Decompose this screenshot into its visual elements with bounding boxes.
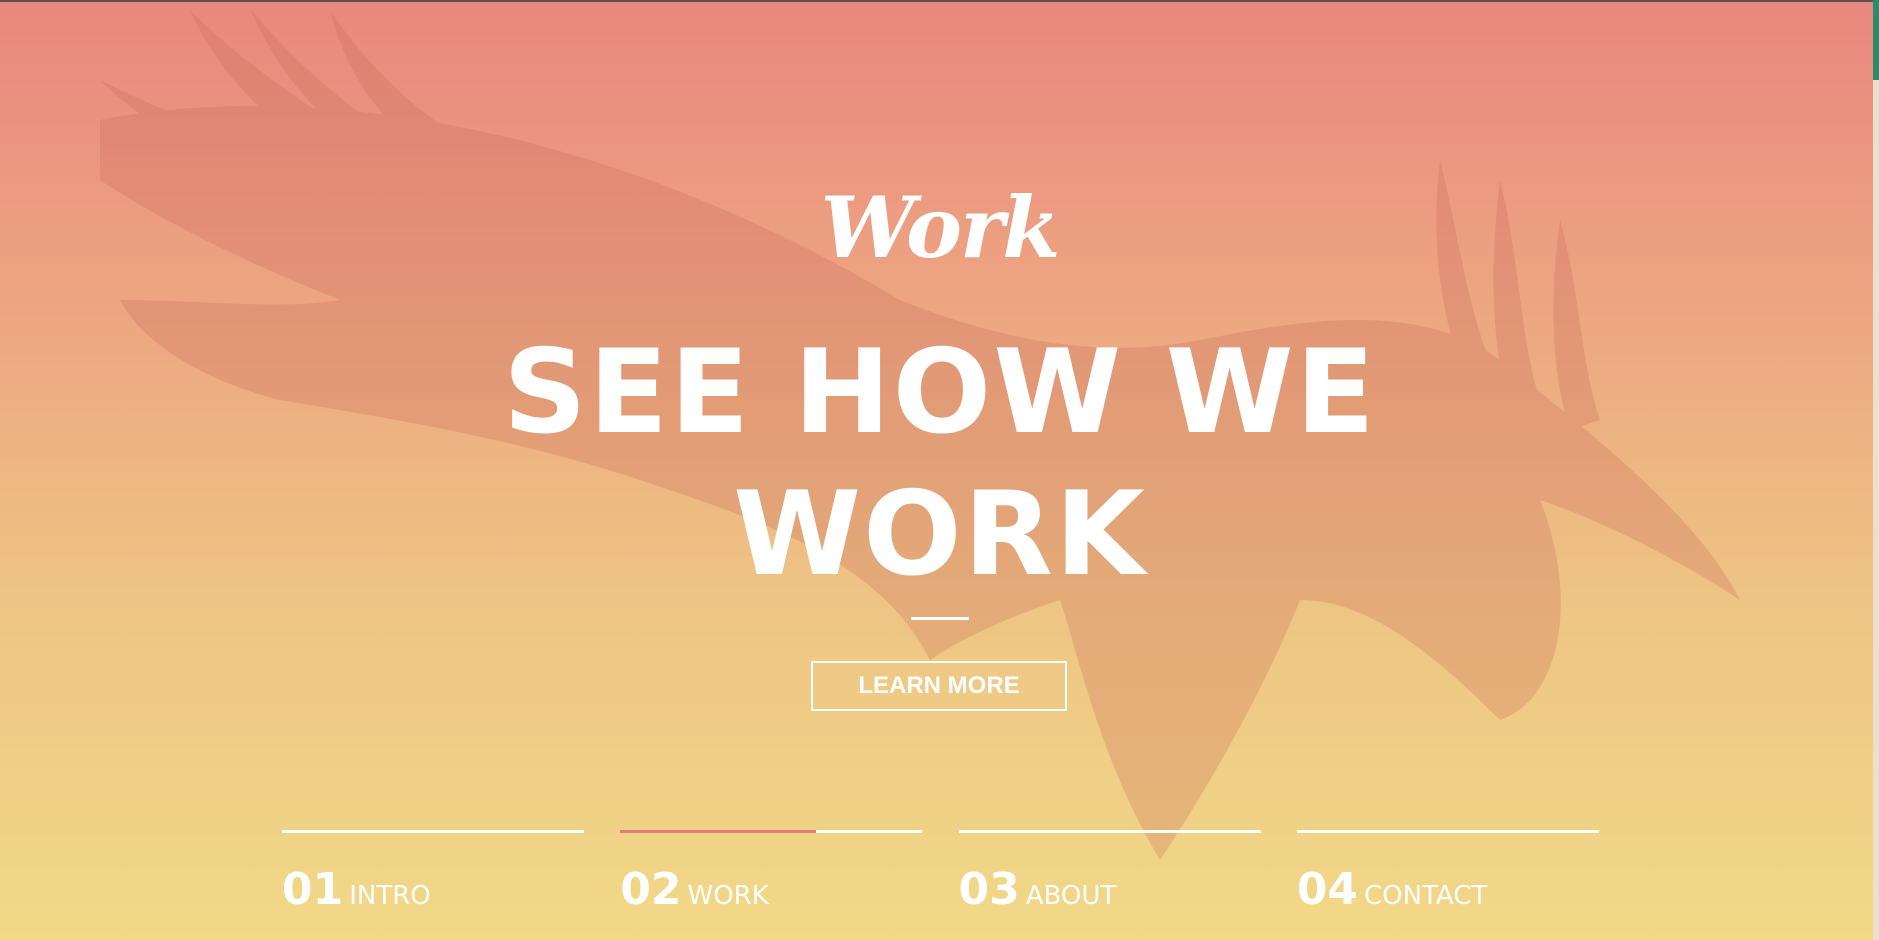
nav-item-label: 02 WORK bbox=[620, 864, 769, 915]
nav-item-about[interactable]: 03 ABOUT bbox=[958, 830, 1261, 930]
section-script-title: Work bbox=[820, 178, 1061, 277]
nav-item-label: 03 ABOUT bbox=[959, 864, 1117, 915]
hero-headline: SEE HOW WE WORK bbox=[503, 325, 1377, 602]
nav-item-bar bbox=[1296, 830, 1599, 833]
hero-section: Work SEE HOW WE WORK LEARN MORE 01 INTRO … bbox=[0, 0, 1879, 940]
nav-item-text: INTRO bbox=[349, 881, 431, 911]
nav-item-contact[interactable]: 04 CONTACT bbox=[1296, 830, 1599, 930]
learn-more-button[interactable]: LEARN MORE bbox=[811, 661, 1067, 711]
nav-item-bar bbox=[282, 830, 584, 833]
nav-item-bar bbox=[958, 830, 1261, 833]
scrollbar-thumb[interactable] bbox=[1873, 0, 1879, 80]
page-scrollbar[interactable] bbox=[1873, 0, 1879, 940]
nav-item-text: ABOUT bbox=[1025, 881, 1117, 911]
nav-item-progress bbox=[620, 830, 817, 833]
nav-item-intro[interactable]: 01 INTRO bbox=[282, 830, 584, 930]
nav-item-number: 03 bbox=[958, 864, 1020, 915]
nav-item-number: 01 bbox=[282, 864, 344, 915]
nav-item-number: 02 bbox=[620, 864, 682, 915]
nav-item-work[interactable]: 02 WORK bbox=[620, 830, 923, 930]
nav-item-text: WORK bbox=[687, 881, 769, 911]
section-nav: 01 INTRO 02 WORK 03 ABOUT 04 CONTACT bbox=[282, 830, 1599, 930]
nav-item-label: 04 CONTACT bbox=[1297, 864, 1488, 915]
nav-item-label: 01 INTRO bbox=[282, 864, 431, 915]
headline-divider bbox=[911, 617, 969, 620]
nav-item-number: 04 bbox=[1296, 864, 1358, 915]
nav-item-text: CONTACT bbox=[1363, 881, 1488, 911]
